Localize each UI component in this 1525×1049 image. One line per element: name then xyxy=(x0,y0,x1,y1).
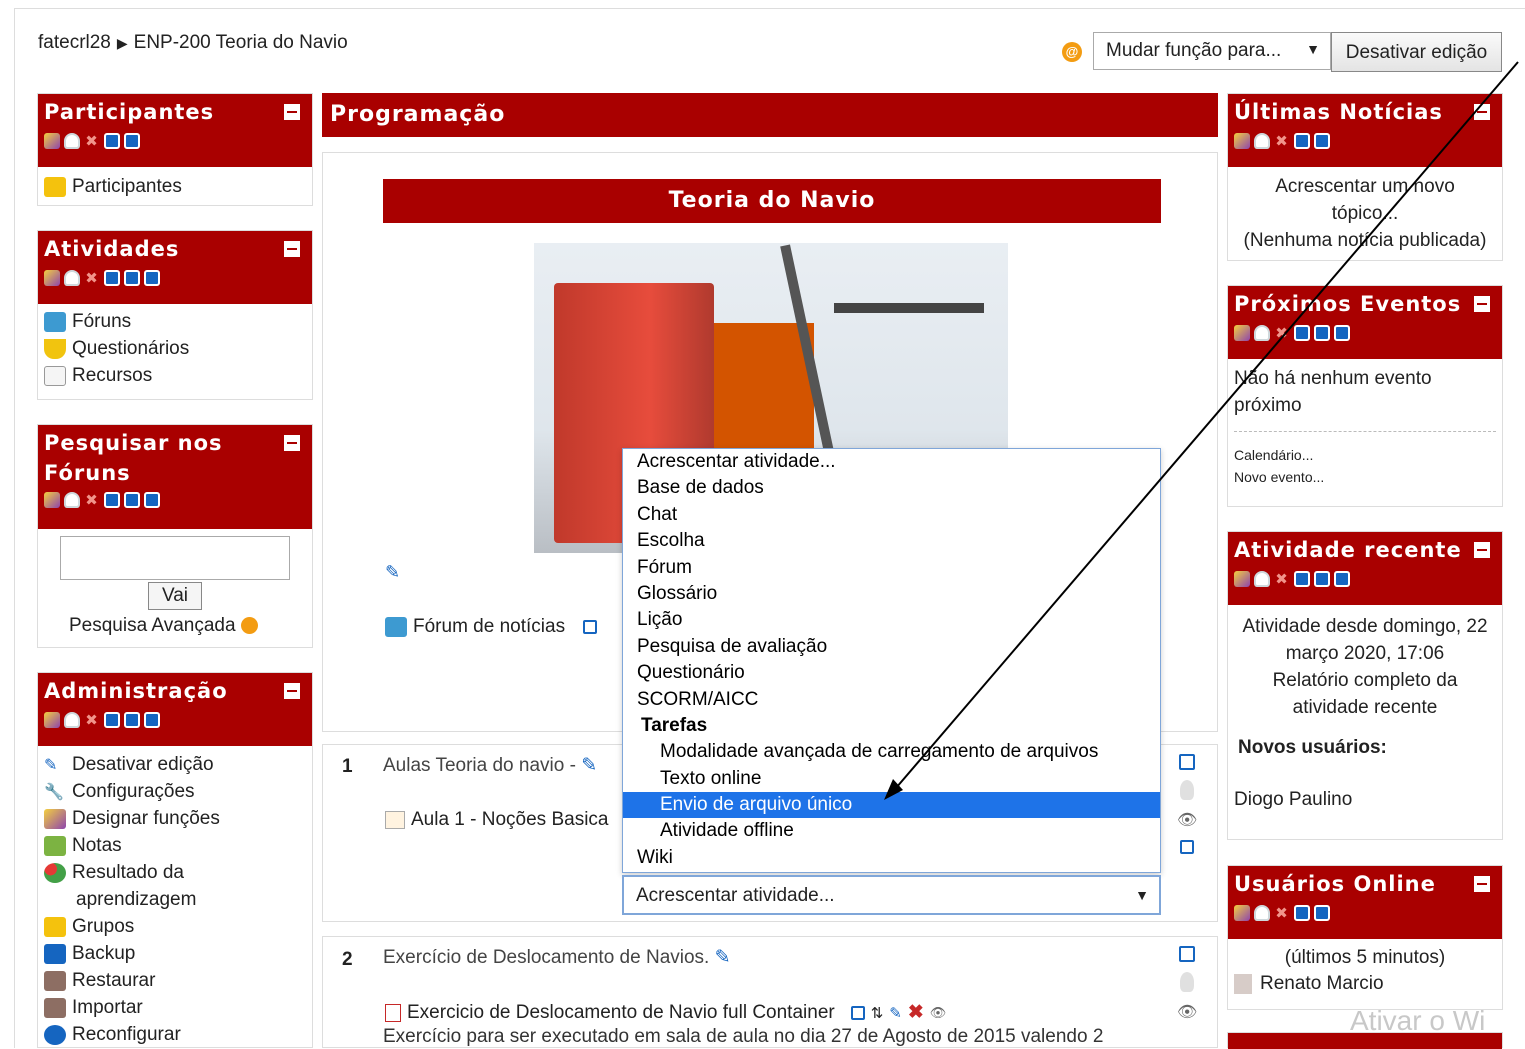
windows-activation-watermark: Ativar o Wi xyxy=(1350,1005,1486,1036)
annotation-arrow xyxy=(884,61,1519,800)
